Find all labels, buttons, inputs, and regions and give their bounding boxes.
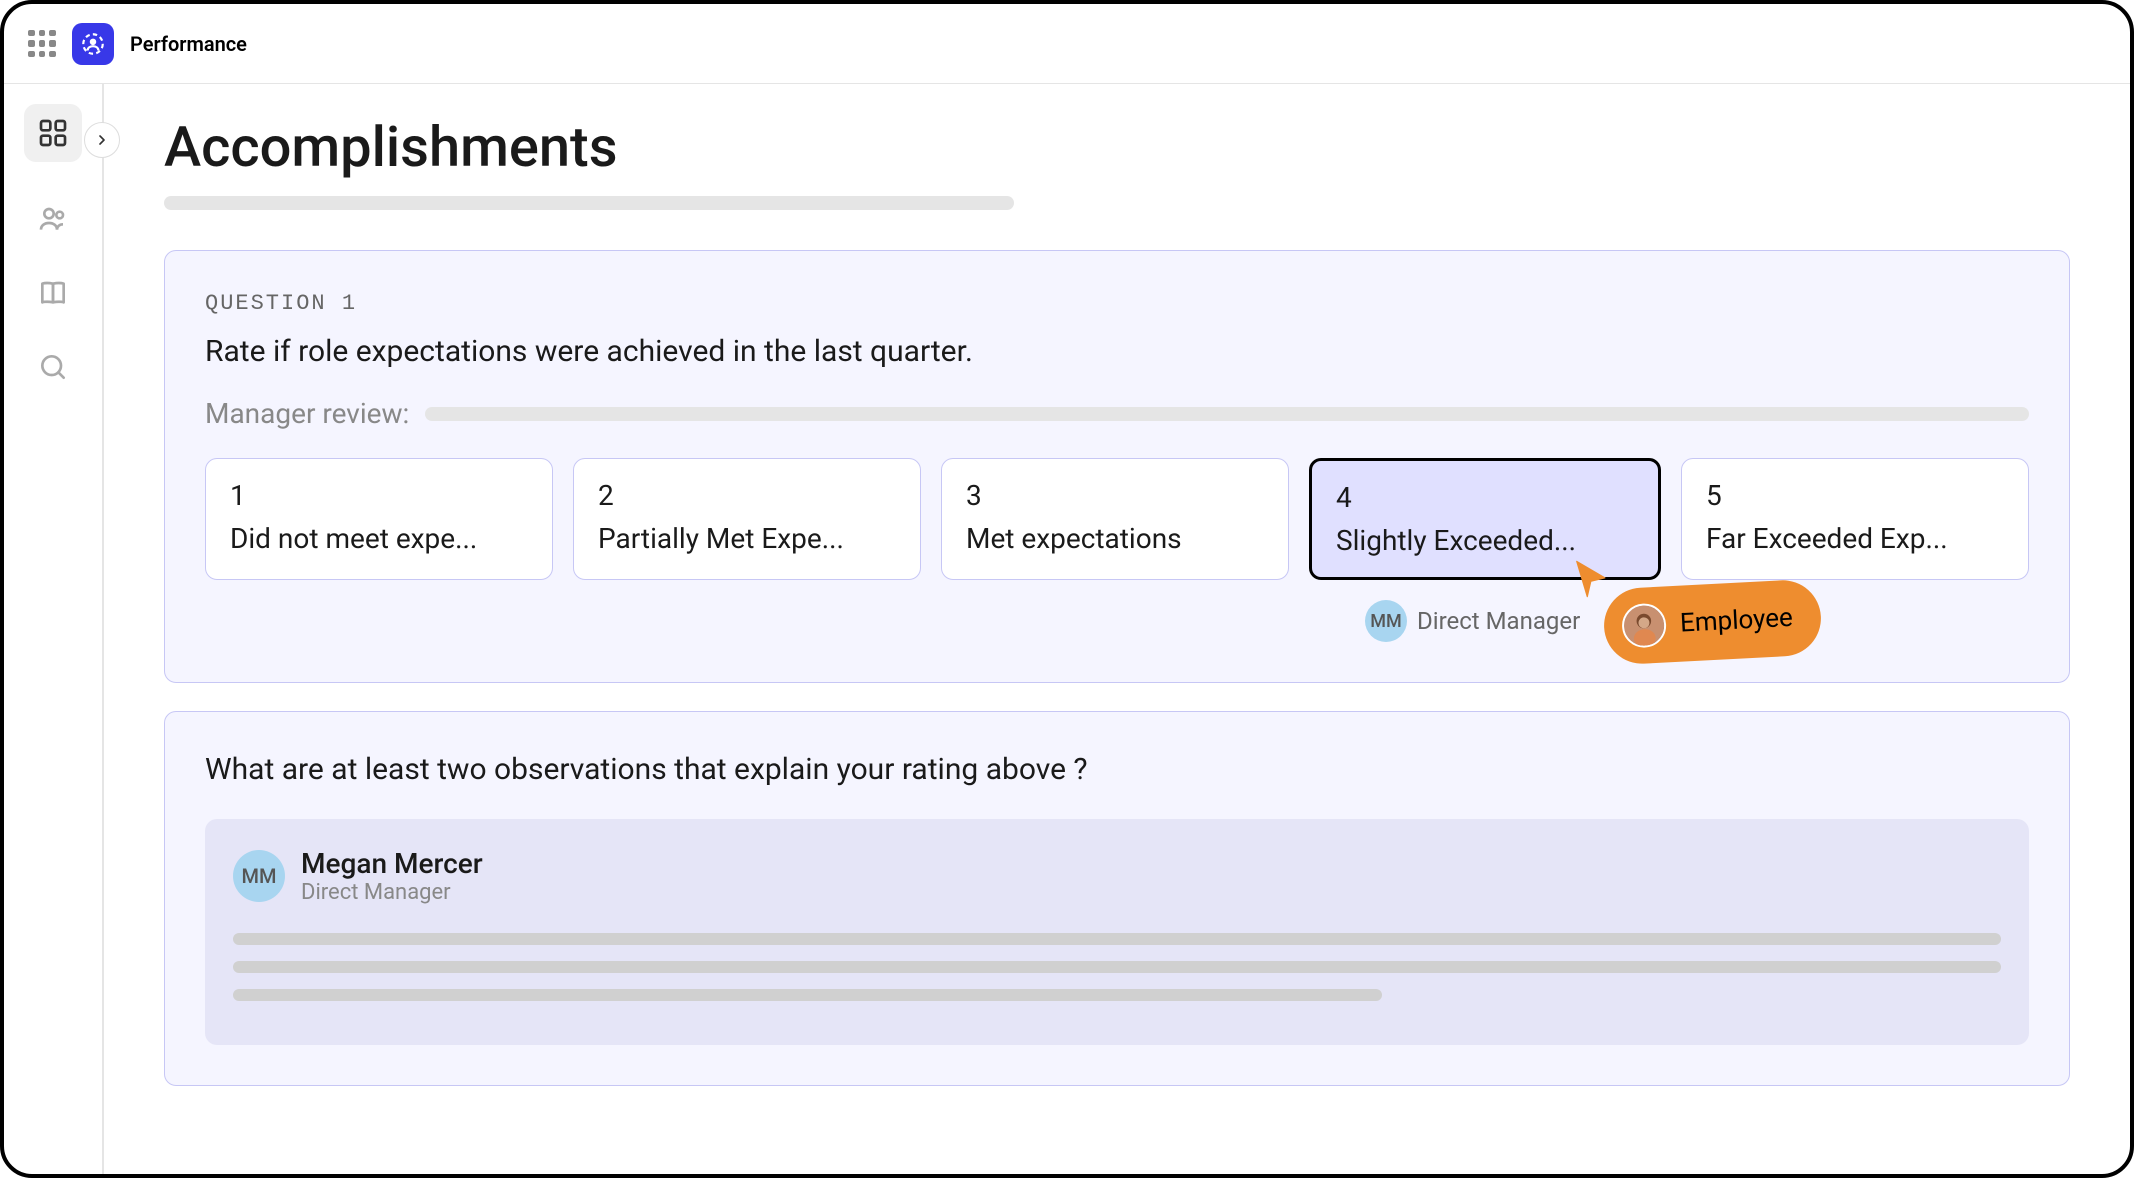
responder-avatar: MM [233, 850, 285, 902]
employee-avatar-icon [1621, 602, 1667, 648]
question-label: QUESTION 1 [205, 291, 2029, 316]
app-logo-icon[interactable] [72, 23, 114, 65]
rating-text: Did not meet expe... [230, 522, 528, 555]
response-line-placeholder [233, 961, 2001, 973]
rating-number: 2 [598, 479, 896, 512]
responder-role: Direct Manager [301, 880, 483, 905]
sidebar-item-dashboard[interactable] [24, 104, 82, 162]
rating-text: Slightly Exceeded... [1336, 524, 1634, 557]
subtitle-placeholder [164, 196, 1014, 210]
rating-number: 4 [1336, 481, 1634, 514]
rating-text: Partially Met Expe... [598, 522, 896, 555]
sidebar [4, 84, 104, 1174]
response-line-placeholder [233, 933, 2001, 945]
app-window: Performance [0, 0, 2134, 1178]
sidebar-item-people[interactable] [36, 202, 70, 236]
responder-info: Megan Mercer Direct Manager [301, 847, 483, 905]
rating-option-5[interactable]: 5 Far Exceeded Exp... [1681, 458, 2029, 580]
employee-cursor-icon [1574, 559, 1610, 603]
rating-option-3[interactable]: 3 Met expectations [941, 458, 1289, 580]
rating-number: 3 [966, 479, 1264, 512]
rating-text: Met expectations [966, 522, 1264, 555]
rating-number: 1 [230, 479, 528, 512]
review-placeholder-bar [425, 407, 2029, 421]
sidebar-expand-button[interactable] [84, 122, 120, 158]
rating-number: 5 [1706, 479, 2004, 512]
sidebar-item-book[interactable] [36, 276, 70, 310]
app-title: Performance [130, 32, 247, 56]
response-box: MM Megan Mercer Direct Manager [205, 819, 2029, 1045]
observation-card: What are at least two observations that … [164, 711, 2070, 1086]
review-label: Manager review: [205, 397, 409, 430]
rating-option-2[interactable]: 2 Partially Met Expe... [573, 458, 921, 580]
employee-cursor-pill: Employee [1602, 578, 1823, 665]
manager-label: Direct Manager [1417, 607, 1580, 635]
top-header: Performance [4, 4, 2130, 84]
manager-avatar: MM [1365, 600, 1407, 642]
employee-label: Employee [1679, 603, 1793, 639]
rating-options: 1 Did not meet expe... 2 Partially Met E… [205, 458, 2029, 580]
sidebar-item-search[interactable] [36, 350, 70, 384]
responder-row: MM Megan Mercer Direct Manager [233, 847, 2001, 905]
apps-grid-icon[interactable] [28, 30, 56, 58]
response-line-placeholder [233, 989, 1382, 1001]
observation-question: What are at least two observations that … [205, 752, 2029, 787]
responder-name: Megan Mercer [301, 847, 483, 880]
page-title: Accomplishments [164, 114, 2070, 180]
review-label-row: Manager review: [205, 397, 2029, 430]
question-text: Rate if role expectations were achieved … [205, 334, 2029, 369]
content-area: Accomplishments QUESTION 1 Rate if role … [104, 84, 2130, 1174]
rating-option-1[interactable]: 1 Did not meet expe... [205, 458, 553, 580]
rating-text: Far Exceeded Exp... [1706, 522, 2004, 555]
